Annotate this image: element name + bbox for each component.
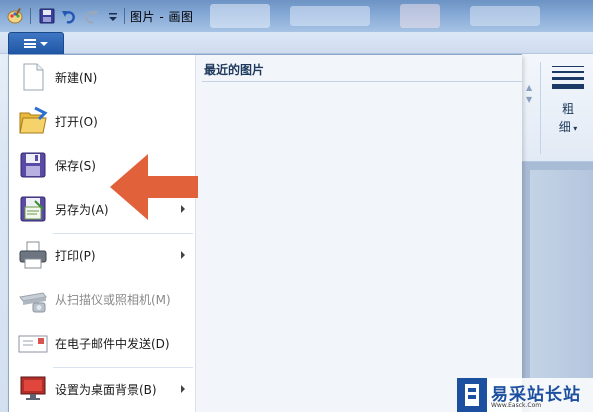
paint-app-icon[interactable] [6, 7, 24, 25]
email-icon [17, 327, 49, 359]
ribbon-scroll-arrows[interactable]: ▲ ▼ [526, 82, 532, 106]
submenu-arrow-icon [181, 385, 185, 393]
scanner-icon [17, 283, 49, 315]
pointer-arrow-icon [110, 154, 198, 220]
save-as-icon [17, 193, 49, 225]
submenu-arrow-icon [181, 251, 185, 259]
open-folder-icon [17, 105, 49, 137]
watermark: 易采站长站 Www.Easck.Com [457, 378, 593, 412]
desktop-background-icon [17, 373, 49, 405]
menu-item-label: 打开(O) [55, 115, 98, 129]
window-title: 图片 - 画图 [130, 10, 194, 24]
floppy-save-icon [17, 149, 49, 181]
title-separator [30, 8, 31, 24]
menu-item-email[interactable]: 在电子邮件中发送(D) [11, 323, 193, 363]
undo-icon[interactable] [60, 7, 78, 25]
menu-item-label: 新建(N) [55, 71, 98, 85]
size-label-2: 细 [558, 120, 571, 134]
watermark-logo-icon [457, 378, 487, 412]
ribbon-panel: ▲ ▼ 粗 细 ▾ [522, 54, 593, 162]
menu-item-open[interactable]: 打开(O) [11, 101, 193, 141]
size-button[interactable]: 粗 细 ▾ [550, 60, 590, 156]
canvas-page[interactable] [530, 170, 593, 412]
recent-pictures-panel: 最近的图片 [196, 55, 522, 412]
line-width-icon [552, 66, 584, 93]
recent-pictures-header: 最近的图片 [204, 63, 265, 77]
save-icon[interactable] [38, 7, 56, 25]
new-page-icon [17, 61, 49, 93]
menu-separator [53, 233, 193, 234]
title-bar: 图片 - 画图 [0, 0, 593, 32]
arrow-shape [110, 154, 198, 220]
size-label-1: 粗 [561, 102, 574, 116]
customize-toolbar-chevron-icon[interactable] [104, 7, 122, 25]
menu-item-label: 从扫描仪或照相机(M) [55, 293, 171, 307]
menu-lines-icon [24, 39, 36, 48]
title-separator [124, 8, 125, 24]
menu-commands: 新建(N) 打开(O) 保存(S) 另存为(A) 打印(P) 从扫描仪或照相机(… [9, 55, 195, 412]
menu-item-print[interactable]: 打印(P) [11, 235, 193, 275]
menu-item-new[interactable]: 新建(N) [11, 57, 193, 97]
ribbon-tab-strip [0, 32, 593, 54]
redo-icon[interactable] [82, 7, 100, 25]
menu-item-desktop-background[interactable]: 设置为桌面背景(B) [11, 369, 193, 409]
chevron-down-icon [40, 41, 48, 46]
menu-item-label: 另存为(A) [55, 203, 109, 217]
chevron-down-icon: ▾ [570, 124, 578, 133]
menu-item-scanner: 从扫描仪或照相机(M) [11, 279, 193, 319]
menu-item-label: 设置为桌面背景(B) [55, 383, 157, 397]
menu-item-label: 打印(P) [55, 249, 96, 263]
group-separator [540, 62, 541, 154]
app-menu-button[interactable] [8, 32, 64, 54]
watermark-subtext: Www.Easck.Com [491, 402, 542, 409]
menu-separator [53, 367, 193, 368]
menu-item-label: 保存(S) [55, 159, 96, 173]
recent-pictures-divider [202, 81, 522, 82]
menu-item-label: 在电子邮件中发送(D) [55, 337, 170, 351]
printer-icon [17, 239, 49, 271]
application-menu: 新建(N) 打开(O) 保存(S) 另存为(A) 打印(P) 从扫描仪或照相机(… [8, 54, 522, 412]
